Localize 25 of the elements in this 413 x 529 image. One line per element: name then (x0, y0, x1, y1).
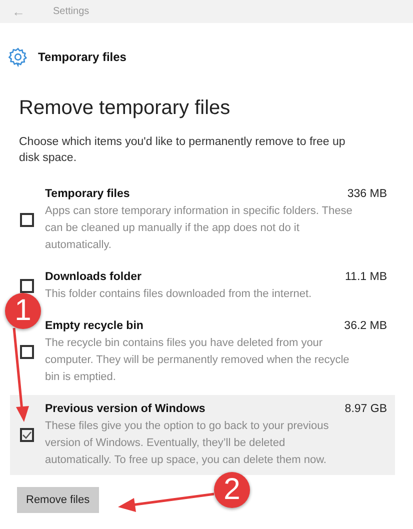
check-icon (22, 431, 32, 439)
item-size: 8.97 GB (344, 402, 387, 417)
item-description: The recycle bin contains files you have deleted from your computer. They will be permanently removed when the recycle bin is emptied. (45, 336, 350, 385)
item-name: Temporary files (45, 187, 130, 202)
section-heading: Remove temporary files (18, 96, 232, 120)
window-title: Settings (53, 6, 90, 17)
item-name: Empty recycle bin (45, 319, 144, 334)
item-description: These files give you the option to go back to your previous version of Windows. Eventually, they’ll be deleted automatically. To free up space, you can delete them now. (45, 419, 330, 468)
remove-files-button[interactable]: Remove files (17, 487, 99, 513)
item-description: Apps can store temporary information in specific folders. These can be cleaned up manually if the app does not do it automatically. (45, 204, 353, 253)
intro-text: Choose which items you'd like to permanently remove to free up disk space. (18, 135, 346, 166)
item-size: 336 MB (347, 187, 387, 202)
item-description: This folder contains files downloaded from the internet. (45, 287, 313, 302)
item-name: Downloads folder (45, 270, 142, 285)
selected-item-row[interactable] (10, 395, 395, 475)
item-size: 36.2 MB (344, 319, 387, 334)
checkbox[interactable] (20, 213, 34, 227)
step-badge: 1 (5, 293, 41, 329)
item-name: Previous version of Windows (45, 402, 206, 417)
checkbox[interactable] (20, 345, 34, 359)
checkbox[interactable] (20, 428, 34, 442)
settings-icon (8, 47, 28, 67)
page-title: Temporary files (38, 50, 126, 64)
step-badge: 2 (214, 472, 250, 508)
item-size: 11.1 MB (345, 270, 387, 285)
